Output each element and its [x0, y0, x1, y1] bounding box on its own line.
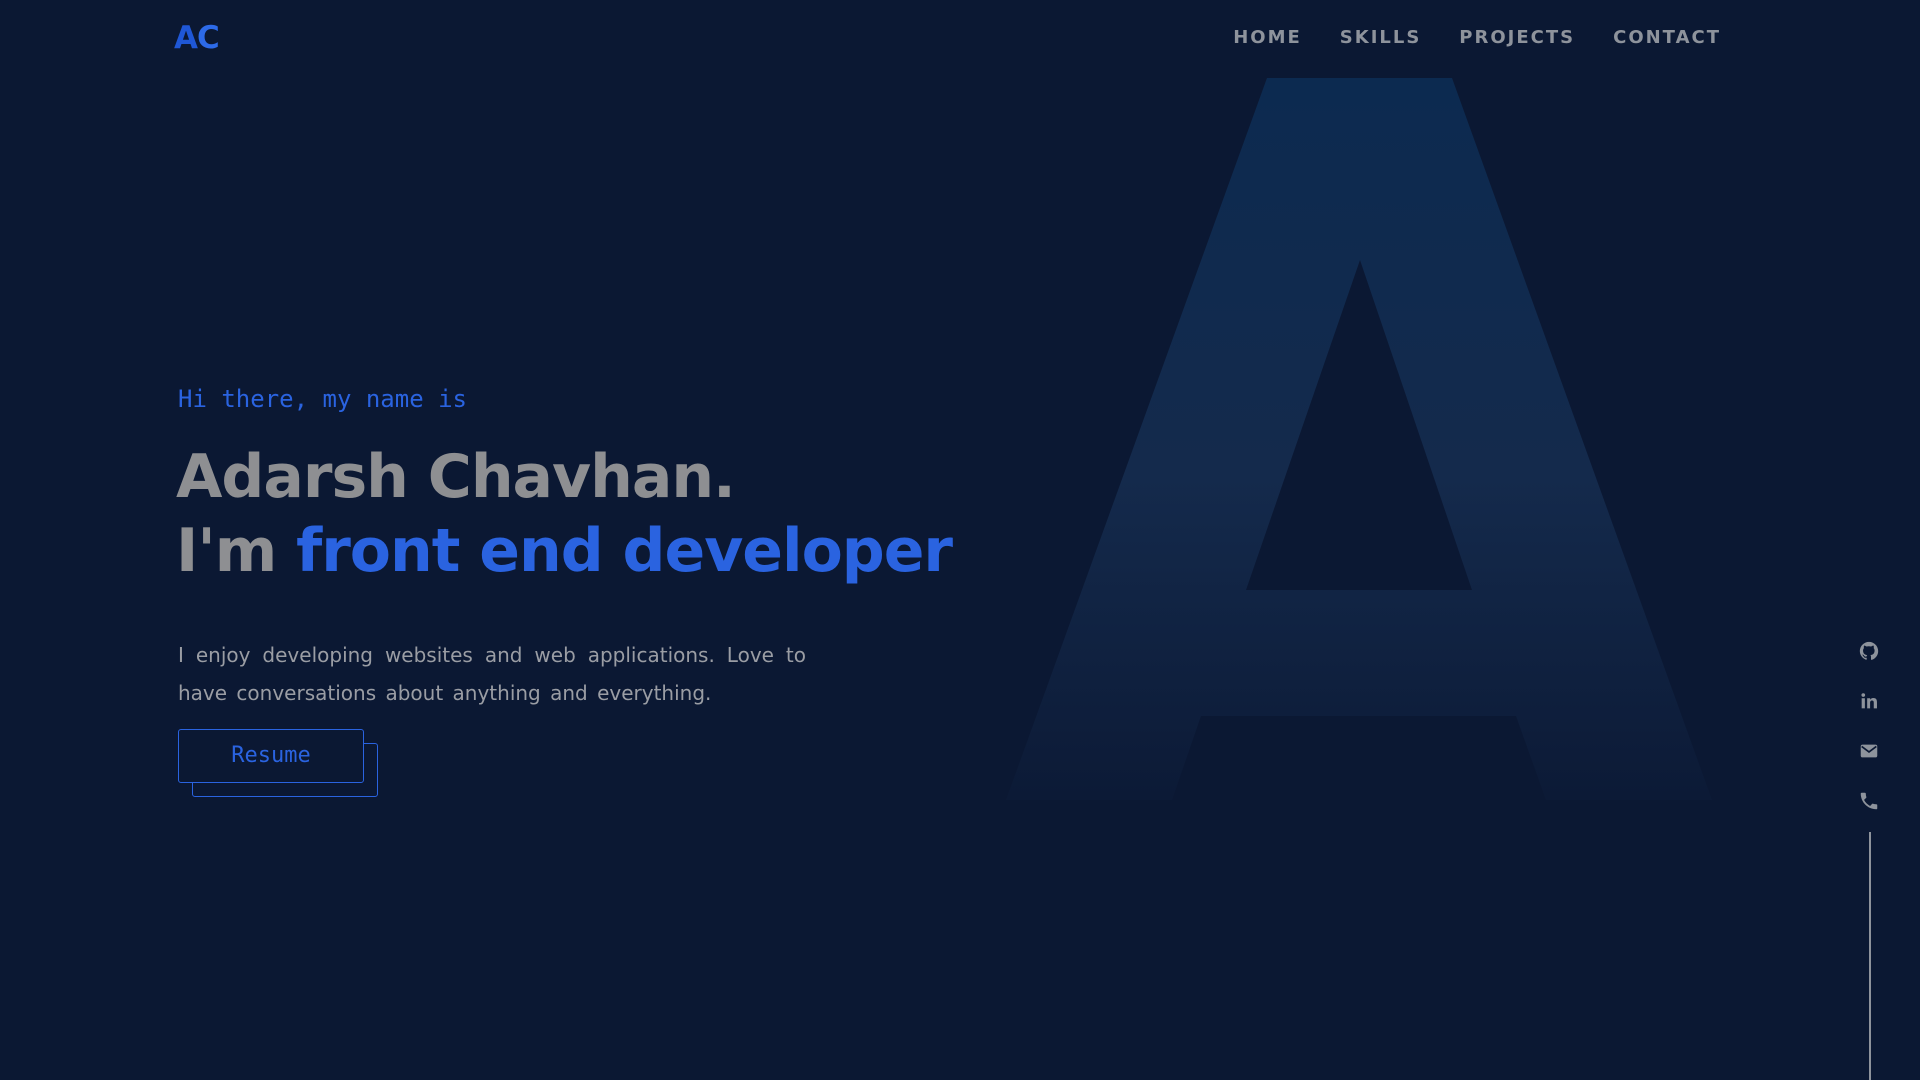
social-rail-line [1869, 832, 1871, 1080]
hero-greeting: Hi there, my name is [178, 385, 467, 413]
main-nav: HOME SKILLS PROJECTS CONTACT [1233, 24, 1721, 52]
github-icon[interactable] [1858, 640, 1880, 662]
phone-icon[interactable] [1858, 790, 1880, 812]
logo-letter-c: C [197, 20, 220, 56]
mail-icon[interactable] [1858, 740, 1880, 762]
hero-role-highlight: front end developer [296, 516, 953, 586]
background-letter-a [1006, 78, 1712, 800]
logo[interactable]: AC [174, 18, 220, 58]
linkedin-icon[interactable] [1858, 690, 1880, 712]
nav-skills[interactable]: SKILLS [1340, 24, 1422, 52]
page: AC HOME SKILLS PROJECTS CONTACT Hi there… [0, 0, 1920, 1080]
hero-role: I'm front end developer [176, 514, 953, 588]
nav-home[interactable]: HOME [1233, 24, 1302, 52]
nav-projects[interactable]: PROJECTS [1459, 24, 1575, 52]
resume-button-wrapper: Resume [178, 729, 378, 799]
hero-role-prefix: I'm [176, 516, 297, 586]
nav-contact[interactable]: CONTACT [1613, 24, 1721, 52]
logo-letter-a: A [174, 20, 198, 56]
hero-bio: I enjoy developing websites and web appl… [178, 643, 806, 705]
hero-name: Adarsh Chavhan. [176, 442, 736, 512]
resume-button[interactable]: Resume [178, 729, 364, 783]
